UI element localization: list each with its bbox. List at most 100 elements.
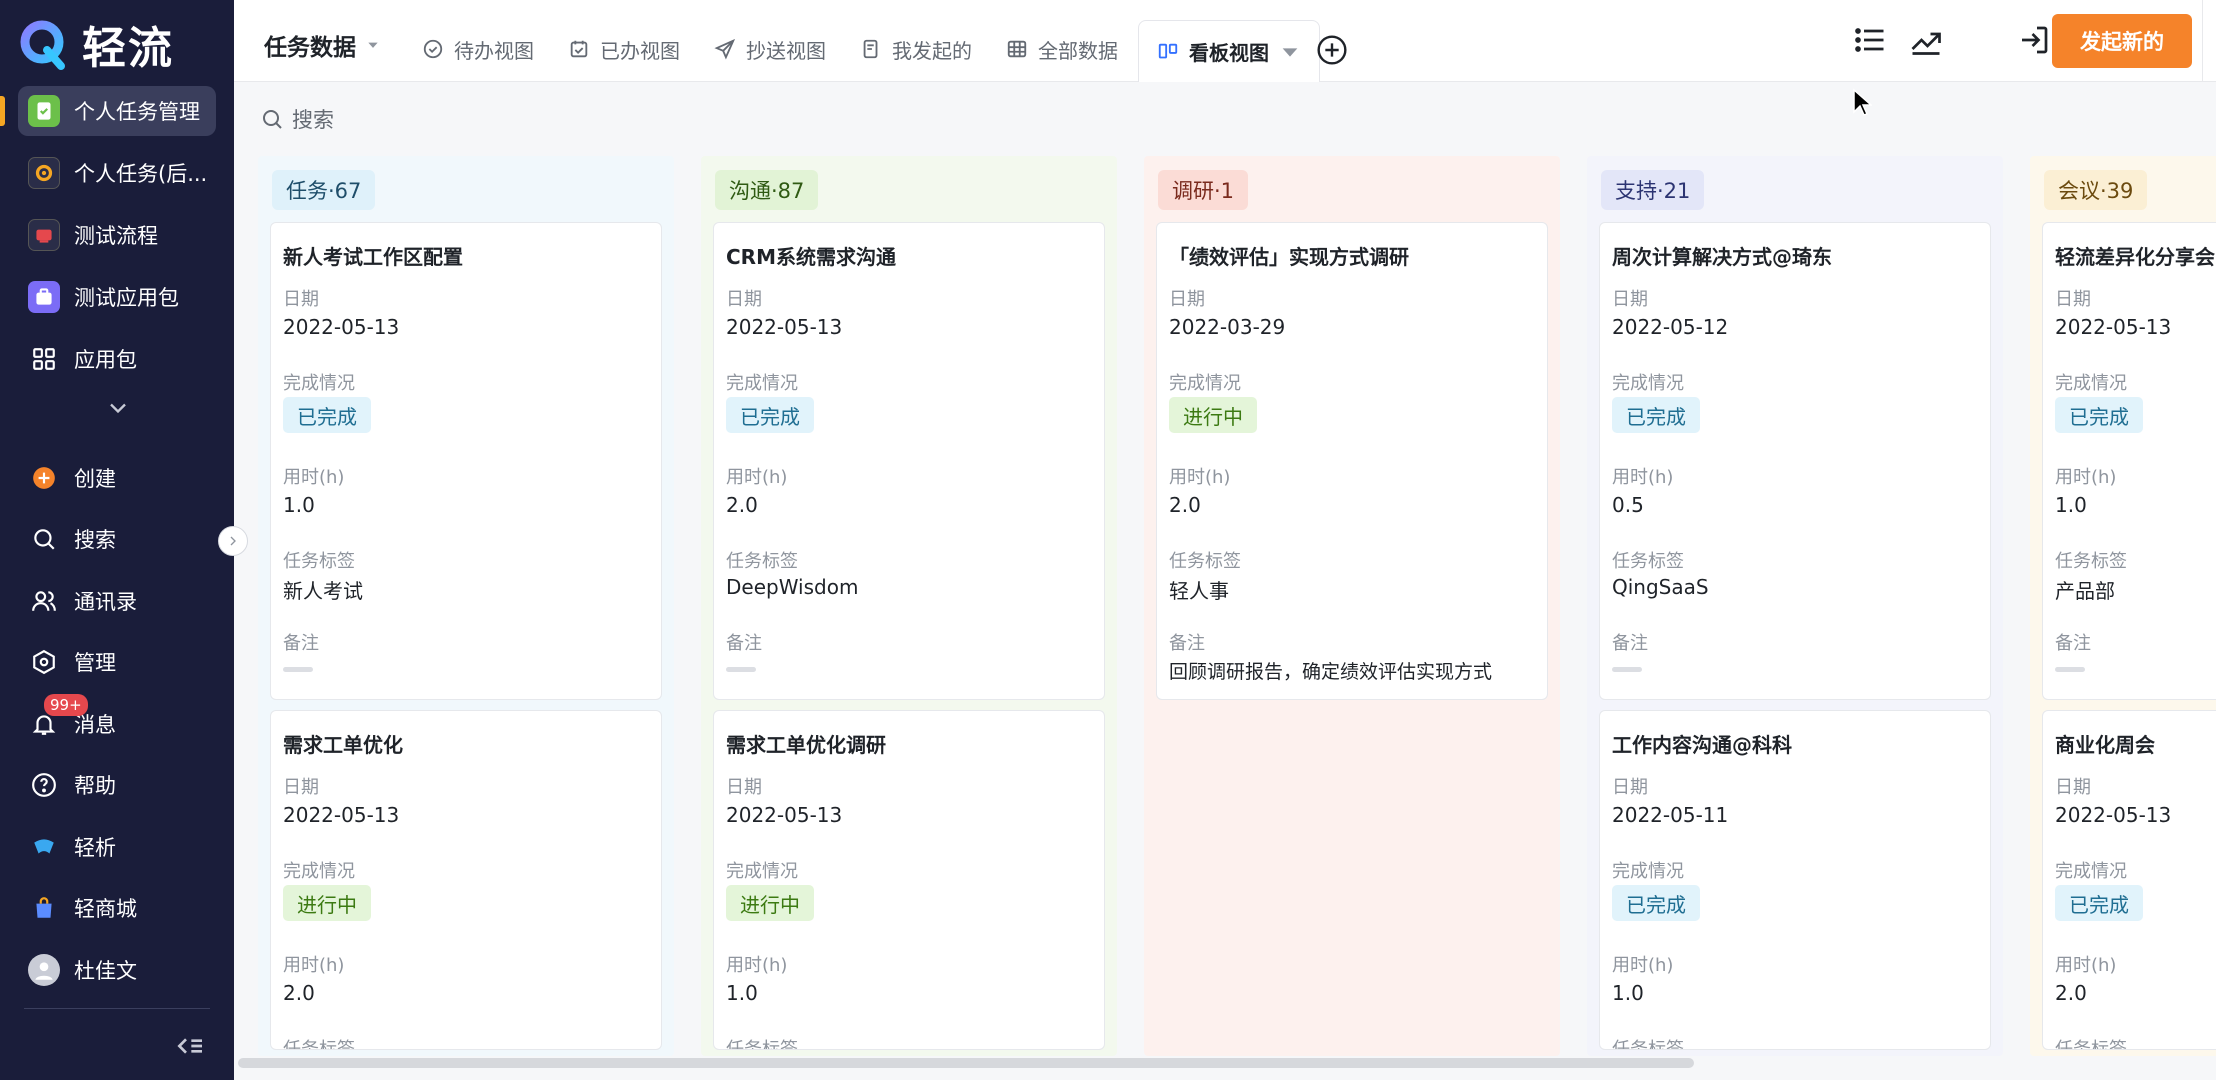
chevron-down-icon[interactable] (104, 394, 132, 422)
field-label: 完成情况 (2055, 861, 2127, 882)
app-logo[interactable]: 轻流 (20, 14, 174, 74)
card-title: 「绩效评估」实现方式调研 (1169, 245, 1409, 269)
tab-kanban-view[interactable]: 看板视图 (1138, 20, 1320, 82)
status-badge: 已完成 (1612, 397, 1700, 433)
date-value: 2022-03-29 (1169, 315, 1286, 339)
field-label: 任务标签 (2055, 1039, 2127, 1050)
sidebar-item-manage[interactable]: 管理 (18, 637, 216, 687)
task-card[interactable]: 需求工单优化 日期 2022-05-13 完成情况 进行中 用时(h) 2.0 … (270, 710, 662, 1050)
task-card[interactable]: 轻流差异化分享会 日期 2022-05-13 完成情况 已完成 用时(h) 1.… (2042, 222, 2216, 700)
expand-panel-button[interactable] (218, 526, 248, 556)
card-title: 新人考试工作区配置 (283, 245, 463, 269)
card-title: 需求工单优化 (283, 733, 403, 757)
field-label: 用时(h) (726, 955, 788, 976)
sidebar-item-user[interactable]: 杜佳文 (18, 945, 216, 995)
kanban-board: 任务·67 新人考试工作区配置 日期 2022-05-13 完成情况 已完成 用… (234, 150, 2216, 1056)
field-label: 日期 (2055, 289, 2091, 310)
sidebar-item-label: 帮助 (74, 774, 116, 798)
sidebar-item-label: 应用包 (74, 348, 137, 372)
field-label: 用时(h) (1612, 955, 1674, 976)
tab-todo-view[interactable]: 待办视图 (422, 24, 534, 74)
sidebar-item-personal-task-management[interactable]: 个人任务管理 (18, 86, 216, 136)
form-title-dropdown[interactable]: 任务数据 (264, 28, 380, 62)
sidebar-item-app-package[interactable]: 应用包 (18, 334, 216, 384)
sidebar-item-label: 搜索 (74, 528, 116, 552)
caret-down-icon[interactable] (1279, 41, 1301, 63)
task-card[interactable]: 周次计算解决方式@琦东 日期 2022-05-12 完成情况 已完成 用时(h)… (1599, 222, 1991, 700)
field-label: 完成情况 (283, 861, 355, 882)
sidebar-item-store[interactable]: 轻商城 (18, 883, 216, 933)
field-label: 用时(h) (2055, 467, 2117, 488)
contacts-icon (28, 585, 60, 617)
sidebar-item-label: 轻商城 (74, 897, 137, 921)
tab-all-data[interactable]: 全部数据 (1006, 24, 1118, 74)
card-title: 工作内容沟通@科科 (1612, 733, 1792, 757)
sidebar-item-search[interactable]: 搜索 (18, 514, 216, 564)
task-card[interactable]: 商业化周会 日期 2022-05-13 完成情况 已完成 用时(h) 2.0 任… (2042, 710, 2216, 1050)
status-badge: 已完成 (283, 397, 371, 433)
sidebar-item-test-app-package[interactable]: 测试应用包 (18, 272, 216, 322)
tab-initiated-by-me[interactable]: 我发起的 (860, 24, 972, 74)
tab-cc-view[interactable]: 抄送视图 (714, 24, 826, 74)
field-label: 任务标签 (1612, 551, 1684, 572)
qingliu-logo-icon (20, 20, 65, 70)
exit-icon[interactable] (2016, 22, 2052, 58)
analytics-icon (28, 831, 60, 863)
task-card[interactable]: 需求工单优化调研 日期 2022-05-13 完成情况 进行中 用时(h) 1.… (713, 710, 1105, 1050)
create-new-button[interactable]: 发起新的 (2052, 14, 2192, 68)
column-header: 支持·21 (1601, 170, 1705, 210)
plus-circle-icon (28, 462, 60, 494)
field-label: 任务标签 (1169, 551, 1241, 572)
hours-value: 2.0 (1169, 493, 1201, 517)
search-bar[interactable]: 搜索 (260, 104, 334, 134)
card-title: 轻流差异化分享会 (2055, 245, 2215, 269)
field-label: 日期 (1612, 289, 1648, 310)
kanban-icon (1158, 43, 1178, 58)
sidebar-item-qingxi[interactable]: 轻析 (18, 822, 216, 872)
task-card[interactable]: CRM系统需求沟通 日期 2022-05-13 完成情况 已完成 用时(h) 2… (713, 222, 1105, 700)
sidebar-item-personal-task-backend[interactable]: 个人任务(后... (18, 148, 216, 198)
kanban-column-research: 调研·1 「绩效评估」实现方式调研 日期 2022-03-29 完成情况 进行中… (1144, 156, 1560, 1056)
field-label: 日期 (283, 289, 319, 310)
tab-done-view[interactable]: 已办视图 (568, 24, 680, 74)
sidebar-item-label: 管理 (74, 651, 116, 675)
date-value: 2022-05-13 (2055, 803, 2172, 827)
task-card[interactable]: 新人考试工作区配置 日期 2022-05-13 完成情况 已完成 用时(h) 1… (270, 222, 662, 700)
field-label: 任务标签 (2055, 551, 2127, 572)
hours-value: 1.0 (726, 981, 758, 1005)
active-nav-marker (0, 96, 5, 126)
hours-value: 2.0 (283, 981, 315, 1005)
message-count-badge: 99+ (44, 694, 88, 716)
search-icon (28, 523, 60, 555)
hours-value: 0.5 (1612, 493, 1644, 517)
field-label: 任务标签 (283, 1039, 355, 1050)
status-badge: 进行中 (283, 885, 371, 921)
date-value: 2022-05-13 (2055, 315, 2172, 339)
sidebar-item-contacts[interactable]: 通讯录 (18, 576, 216, 626)
sidebar: 轻流 个人任务管理 个人任务(后... 测试流程 测试应用包 应用包 创建 搜索… (0, 0, 234, 1080)
tab-label: 全部数据 (1038, 38, 1118, 63)
sidebar-item-test-flow[interactable]: 测试流程 (18, 210, 216, 260)
date-value: 2022-05-13 (283, 315, 400, 339)
date-value: 2022-05-11 (1612, 803, 1729, 827)
field-label: 完成情况 (726, 373, 798, 394)
sidebar-item-help[interactable]: 帮助 (18, 760, 216, 810)
sidebar-item-create[interactable]: 创建 (18, 453, 216, 503)
card-title: 商业化周会 (2055, 733, 2155, 757)
horizontal-scrollbar[interactable] (238, 1058, 1694, 1068)
field-label: 日期 (283, 777, 319, 798)
kanban-column-task: 任务·67 新人考试工作区配置 日期 2022-05-13 完成情况 已完成 用… (258, 156, 674, 1056)
trend-chart-icon[interactable] (1908, 22, 1944, 58)
sidebar-item-label: 测试流程 (74, 224, 158, 248)
page-title: 任务数据 (264, 35, 356, 61)
task-card[interactable]: 「绩效评估」实现方式调研 日期 2022-03-29 完成情况 进行中 用时(h… (1156, 222, 1548, 700)
sidebar-item-label: 轻析 (74, 836, 116, 860)
field-label: 完成情况 (1612, 861, 1684, 882)
task-card[interactable]: 工作内容沟通@科科 日期 2022-05-11 完成情况 已完成 用时(h) 1… (1599, 710, 1991, 1050)
search-icon (263, 110, 282, 129)
add-view-icon[interactable] (1316, 34, 1348, 66)
list-view-icon[interactable] (1852, 22, 1888, 58)
column-header: 调研·1 (1158, 170, 1249, 210)
collapse-sidebar-icon[interactable] (174, 1030, 206, 1062)
hours-value: 2.0 (2055, 981, 2087, 1005)
